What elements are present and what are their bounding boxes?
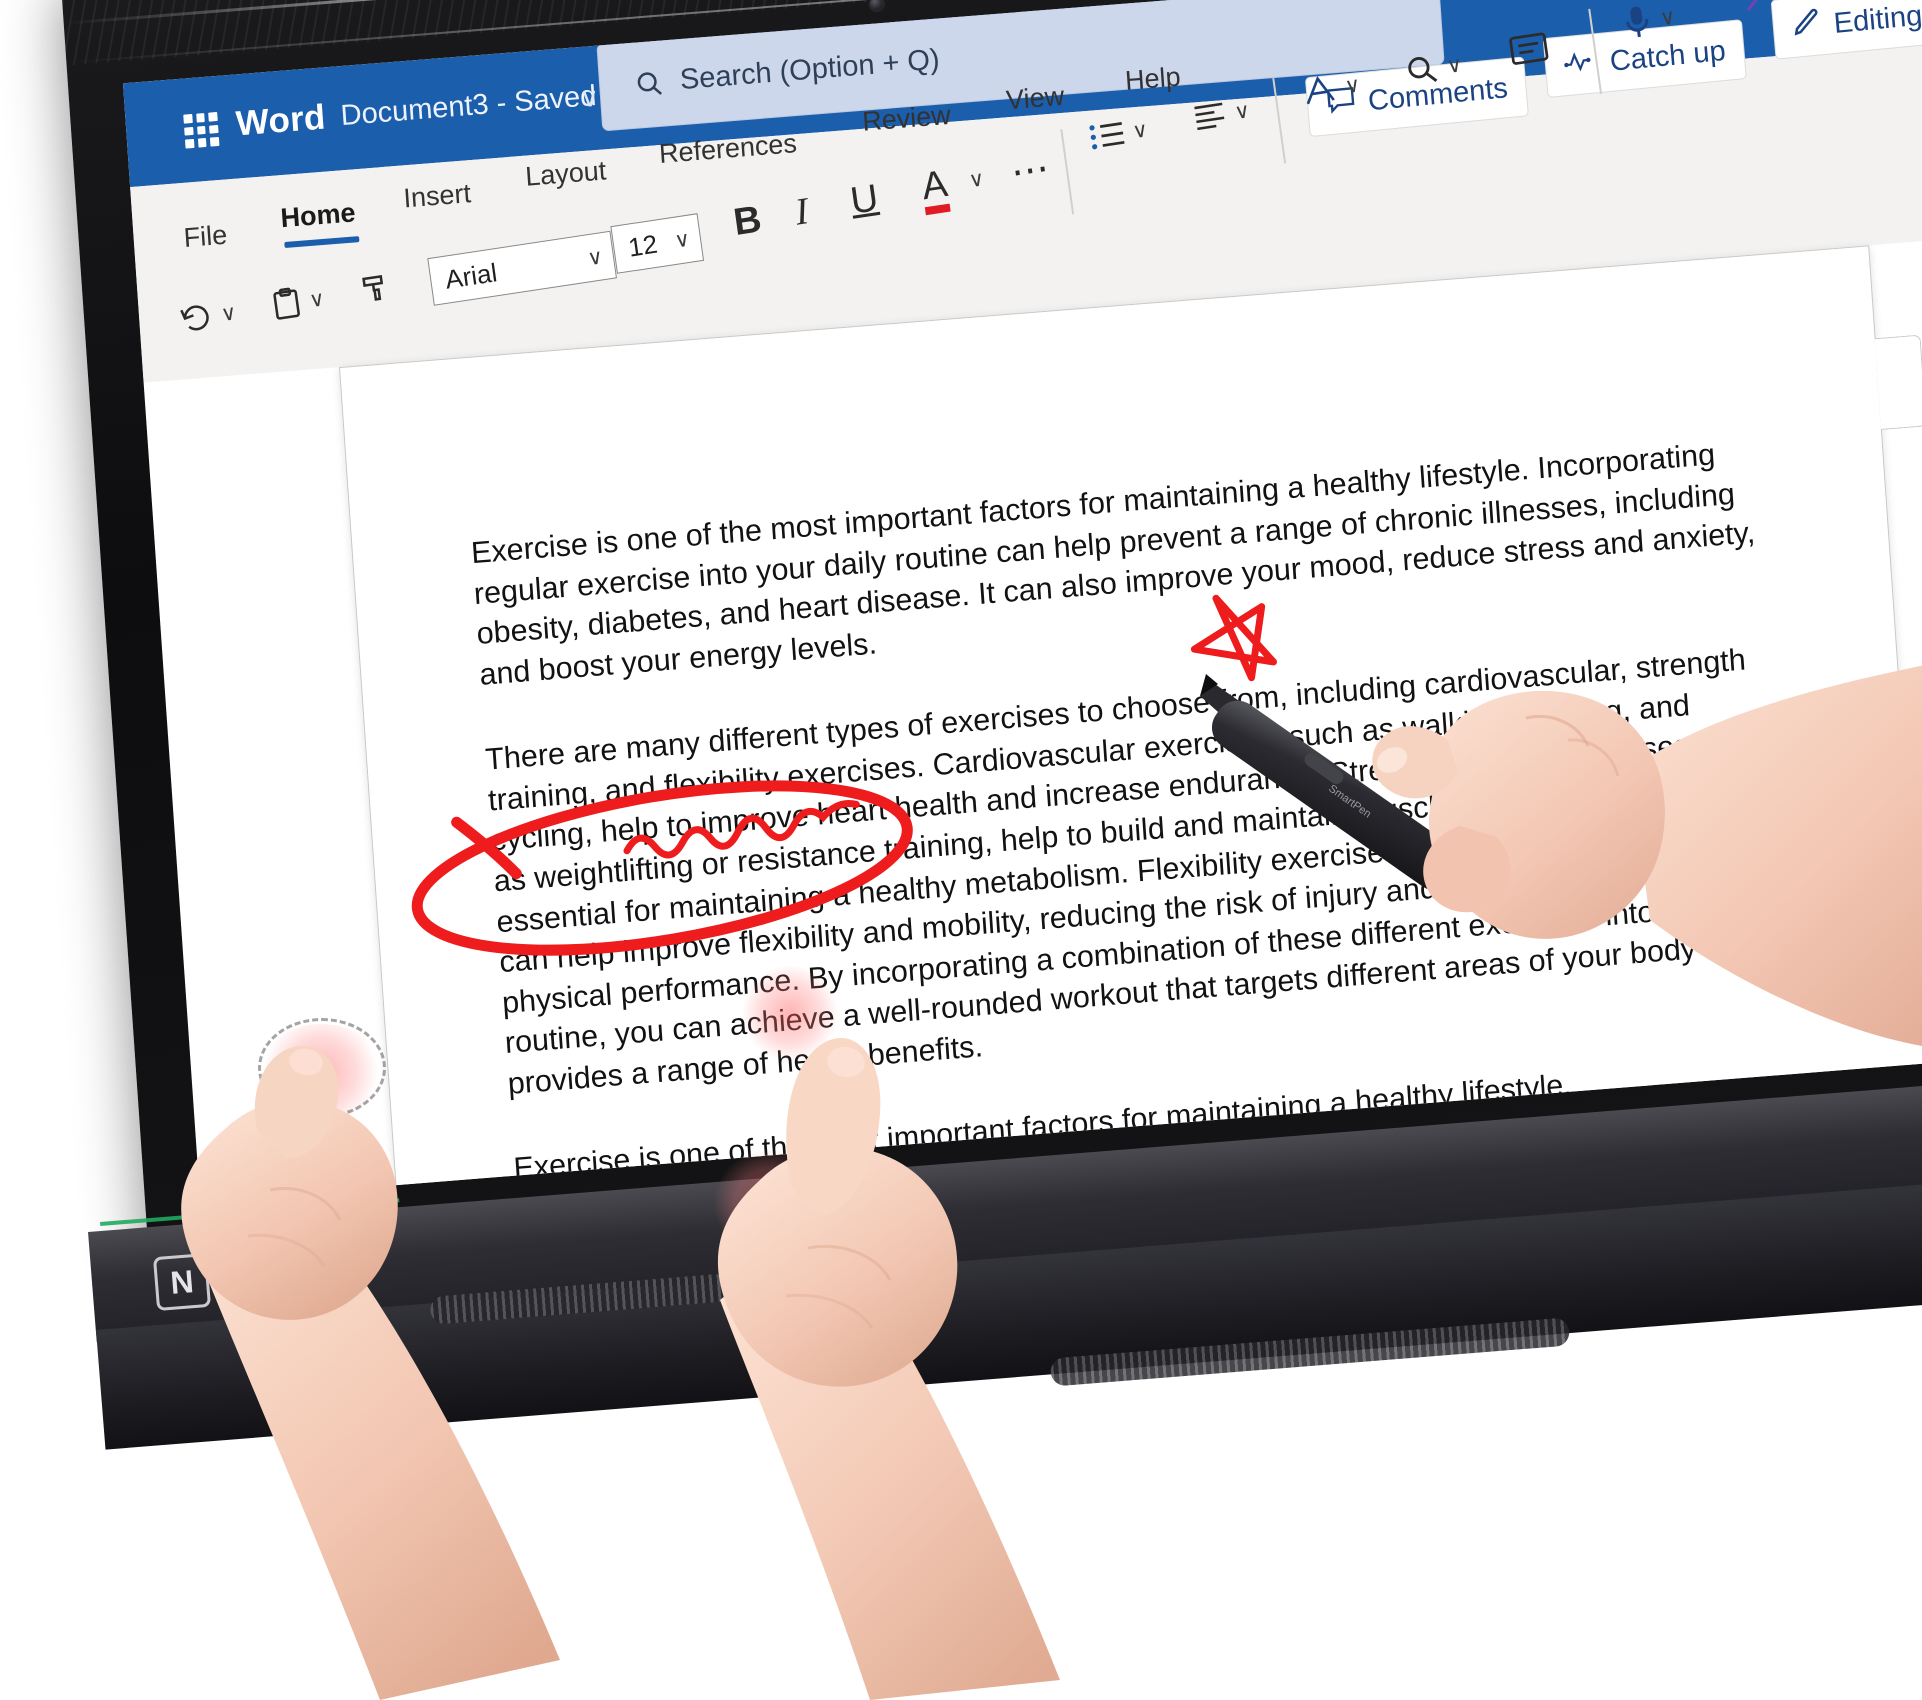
font-color-button[interactable]: A ∨ bbox=[919, 159, 986, 216]
bold-icon: B bbox=[731, 198, 765, 245]
chevron-down-icon[interactable]: ∨ bbox=[1445, 52, 1464, 79]
webcam-icon bbox=[869, 0, 884, 11]
chevron-down-icon[interactable]: ∨ bbox=[308, 286, 327, 313]
underline-icon: U bbox=[847, 177, 881, 223]
tab-view[interactable]: View bbox=[1005, 81, 1065, 117]
chevron-down-icon[interactable]: ∨ bbox=[1233, 98, 1252, 125]
chevron-down-icon[interactable]: ∨ bbox=[673, 226, 692, 253]
font-color-icon: A bbox=[919, 162, 951, 209]
hand-middle-touch bbox=[717, 1038, 1060, 1700]
tab-layout[interactable]: Layout bbox=[524, 155, 607, 192]
paste-button[interactable]: ∨ bbox=[269, 282, 326, 322]
tab-insert-label: Insert bbox=[402, 178, 472, 214]
editing-label: Editing bbox=[1832, 0, 1922, 40]
tab-help[interactable]: Help bbox=[1124, 61, 1181, 96]
chevron-down-icon[interactable]: ∨ bbox=[1131, 117, 1150, 144]
app-launcher-waffle-icon[interactable] bbox=[183, 111, 220, 149]
tab-home[interactable]: Home bbox=[279, 197, 360, 249]
document-title-label[interactable]: Document3 - Saved bbox=[340, 80, 598, 133]
chevron-down-icon[interactable]: ∨ bbox=[579, 82, 600, 114]
more-formatting-button[interactable]: ⋯ bbox=[1008, 145, 1055, 196]
tab-file-label: File bbox=[182, 219, 229, 253]
tab-home-label: Home bbox=[279, 197, 357, 234]
font-name-select[interactable]: Arial ∨ bbox=[427, 230, 617, 306]
format-painter-button[interactable] bbox=[358, 270, 394, 306]
app-name-label: Word bbox=[234, 97, 327, 144]
page-side-tab[interactable] bbox=[1874, 334, 1922, 430]
chevron-down-icon[interactable]: ∨ bbox=[1781, 0, 1800, 6]
chevron-down-icon[interactable]: ∨ bbox=[219, 300, 238, 327]
search-icon bbox=[633, 67, 665, 99]
ellipsis-icon: ⋯ bbox=[1008, 146, 1055, 195]
screenshot-stage: Word Document3 - Saved ∨ Search (Option … bbox=[0, 0, 1922, 1700]
tab-review-label: Review bbox=[861, 99, 952, 137]
tab-file[interactable]: File bbox=[183, 220, 229, 254]
undo-button[interactable]: ∨ bbox=[177, 297, 238, 335]
pencil-icon bbox=[1790, 6, 1823, 47]
chevron-down-icon[interactable]: ∨ bbox=[1658, 4, 1677, 31]
chevron-down-icon[interactable]: ∨ bbox=[1343, 72, 1362, 99]
hand-left-touch bbox=[181, 1045, 560, 1700]
chevron-down-icon[interactable]: ∨ bbox=[586, 244, 605, 271]
font-name-value: Arial bbox=[443, 256, 499, 295]
tab-review[interactable]: Review bbox=[861, 100, 951, 138]
tab-insert[interactable]: Insert bbox=[403, 178, 472, 214]
hand-right-stylus bbox=[1372, 665, 1922, 1046]
font-size-value: 12 bbox=[626, 228, 660, 263]
bold-button[interactable]: B bbox=[731, 198, 764, 245]
tab-help-label: Help bbox=[1124, 61, 1182, 96]
underline-button[interactable]: U bbox=[848, 177, 881, 224]
immersive-reader-button[interactable] bbox=[1507, 29, 1551, 69]
tab-layout-label: Layout bbox=[524, 155, 608, 192]
chevron-down-icon[interactable]: ∨ bbox=[967, 166, 986, 193]
search-placeholder: Search (Option + Q) bbox=[678, 43, 941, 97]
font-size-select[interactable]: 12 ∨ bbox=[610, 213, 705, 274]
tab-view-label: View bbox=[1005, 80, 1066, 116]
